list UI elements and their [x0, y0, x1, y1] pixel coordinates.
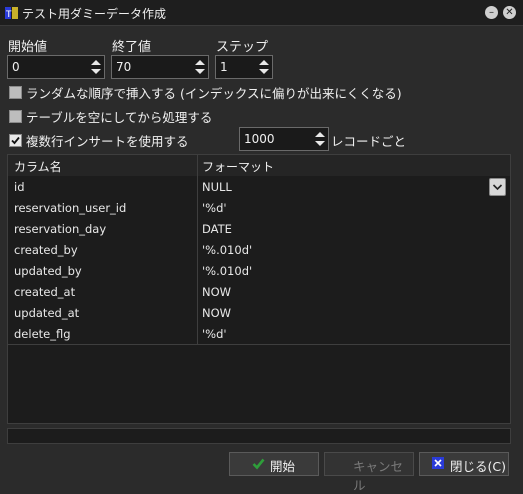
minimize-icon: –: [489, 7, 494, 18]
table-row[interactable]: delete_flg '%d': [8, 323, 510, 345]
table-row[interactable]: created_at NOW: [8, 281, 510, 303]
column-name-cell[interactable]: reservation_day: [14, 222, 106, 236]
random-order-label: ランダムな順序で挿入する (インデックスに偏りが出来にくくなる): [26, 86, 402, 101]
end-value-spinner[interactable]: 70: [111, 55, 209, 79]
records-per-insert-input[interactable]: 1000: [244, 132, 275, 146]
grid-header: カラム名 フォーマット: [8, 155, 510, 177]
close-icon: ✕: [505, 7, 514, 18]
table-row[interactable]: reservation_day DATE: [8, 218, 510, 240]
checkmark-icon: [11, 136, 20, 145]
column-name-cell[interactable]: id: [14, 180, 25, 194]
format-cell[interactable]: DATE: [202, 222, 232, 236]
column-name-cell[interactable]: updated_by: [14, 264, 82, 278]
random-order-checkbox[interactable]: [9, 86, 22, 99]
minimize-button[interactable]: –: [485, 6, 498, 19]
start-button-label: 開始: [270, 459, 296, 474]
spinner-arrows-icon[interactable]: [313, 129, 327, 149]
close-button-label: 閉じる(C): [450, 459, 506, 474]
title-bar: T テスト用ダミーデータ作成 – ✕: [0, 0, 523, 26]
multirow-insert-checkbox[interactable]: [9, 134, 22, 147]
format-cell[interactable]: NULL: [202, 180, 232, 194]
cancel-button-label: キャンセル: [353, 459, 404, 493]
checkmark-icon: [252, 458, 265, 470]
column-divider[interactable]: [197, 155, 198, 344]
format-header[interactable]: フォーマット: [202, 158, 274, 175]
column-format-grid[interactable]: カラム名 フォーマット id NULL reservation_user_id …: [7, 154, 511, 424]
progress-bar: [7, 428, 511, 444]
start-value-spinner[interactable]: 0: [7, 55, 105, 79]
multirow-insert-label: 複数行インサートを使用する: [26, 134, 189, 149]
table-row[interactable]: id NULL: [8, 176, 510, 198]
end-value-label: 終了値: [112, 40, 152, 55]
column-name-cell[interactable]: created_by: [14, 243, 78, 257]
window-title: テスト用ダミーデータ作成: [22, 7, 167, 21]
format-cell[interactable]: '%.010d': [202, 264, 252, 278]
app-icon: T: [4, 5, 20, 21]
end-value-input[interactable]: 70: [116, 60, 131, 74]
cancel-button[interactable]: キャンセル: [324, 452, 414, 493]
close-window-button[interactable]: ✕: [503, 6, 516, 19]
column-name-cell[interactable]: delete_flg: [14, 327, 71, 341]
spinner-arrows-icon[interactable]: [89, 57, 103, 77]
step-input[interactable]: 1: [220, 60, 228, 74]
start-value-label: 開始値: [8, 40, 48, 55]
step-label: ステップ: [216, 40, 269, 55]
format-cell[interactable]: '%.010d': [202, 243, 252, 257]
svg-text:T: T: [5, 10, 12, 20]
column-name-header[interactable]: カラム名: [14, 158, 62, 175]
format-cell[interactable]: NOW: [202, 285, 231, 299]
column-name-cell[interactable]: updated_at: [14, 306, 79, 320]
chevron-down-icon: [492, 184, 503, 191]
truncate-label: テーブルを空にしてから処理する: [26, 110, 213, 125]
spinner-arrows-icon[interactable]: [193, 57, 207, 77]
format-cell[interactable]: '%d': [202, 201, 227, 215]
records-per-insert-spinner[interactable]: 1000: [239, 127, 329, 151]
format-cell[interactable]: '%d': [202, 327, 227, 341]
spinner-arrows-icon[interactable]: [257, 57, 271, 77]
table-row[interactable]: updated_at NOW: [8, 302, 510, 324]
column-name-cell[interactable]: created_at: [14, 285, 75, 299]
step-spinner[interactable]: 1: [215, 55, 273, 79]
table-row[interactable]: reservation_user_id '%d': [8, 197, 510, 219]
column-name-cell[interactable]: reservation_user_id: [14, 201, 126, 215]
truncate-checkbox[interactable]: [9, 110, 22, 123]
table-row[interactable]: created_by '%.010d': [8, 239, 510, 261]
start-button[interactable]: 開始: [229, 452, 319, 476]
close-button[interactable]: 閉じる(C): [419, 452, 509, 476]
start-value-input[interactable]: 0: [12, 60, 20, 74]
format-dropdown-button[interactable]: [489, 178, 506, 196]
table-row[interactable]: updated_by '%.010d': [8, 260, 510, 282]
format-cell[interactable]: NOW: [202, 306, 231, 320]
close-x-icon: [432, 457, 444, 469]
records-suffix-label: レコードごと: [331, 134, 407, 149]
